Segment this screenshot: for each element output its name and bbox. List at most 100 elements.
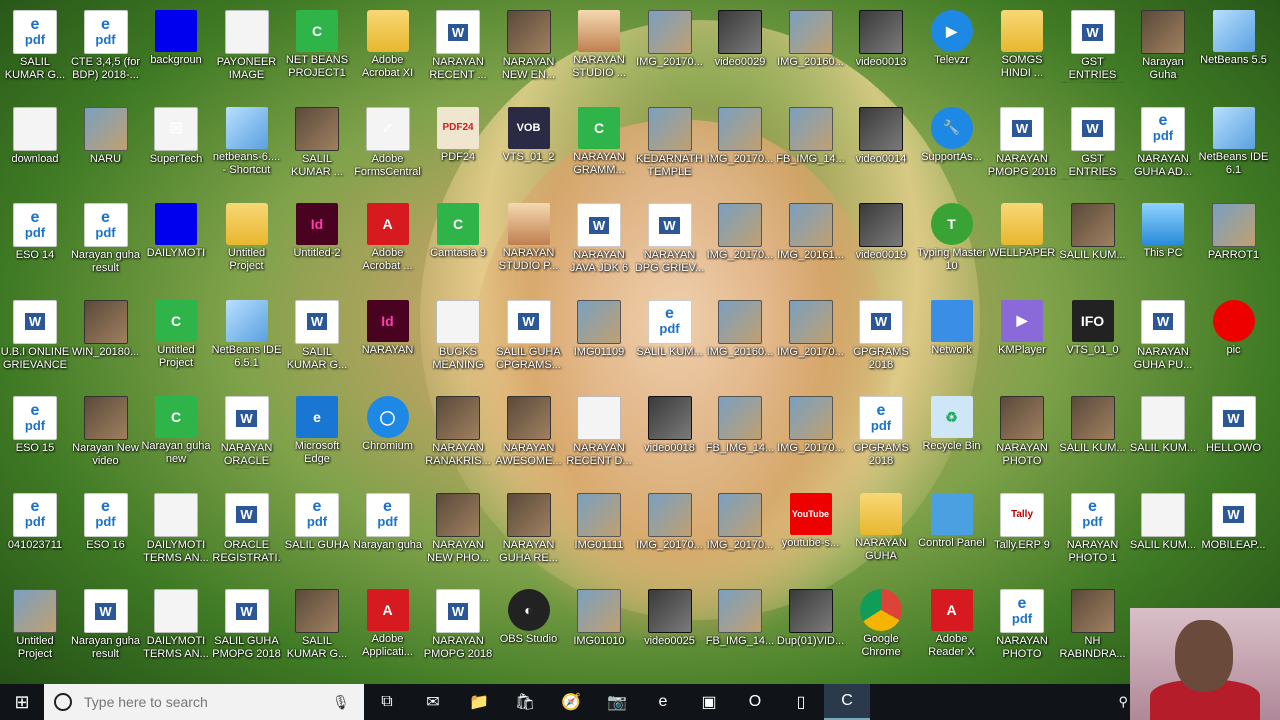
taskbar-camera-icon[interactable]: 📷 — [594, 684, 640, 720]
desktop-icon[interactable]: Tally Tally.ERP 9 — [987, 487, 1057, 583]
desktop-icon[interactable]: SOMGS HINDI ... — [987, 4, 1057, 100]
desktop-icon[interactable]: A Adobe Acrobat ... — [353, 197, 423, 293]
desktop-icon[interactable]: pdfNarayan guha — [353, 487, 423, 583]
desktop-icon[interactable]: W MOBILEAP... — [1199, 487, 1269, 583]
desktop-icon[interactable]: W GST ENTRIES TALLY.ERP9 1 — [1058, 101, 1128, 197]
desktop-icon[interactable]: SALIL KUM... — [1128, 487, 1198, 583]
microphone-icon[interactable]: 🎙 — [332, 694, 350, 711]
desktop-icon[interactable]: IMG_20170... — [705, 487, 775, 583]
taskbar-edge-icon[interactable]: e — [640, 684, 686, 720]
desktop-icon[interactable]: Narayan New video — [71, 390, 141, 486]
desktop-icon[interactable]: T Typing Master 10 — [917, 197, 987, 293]
desktop-icon[interactable]: NH RABINDRA... — [1058, 583, 1128, 679]
desktop-icon[interactable]: DAILYMOTI TERMS AN... — [141, 487, 211, 583]
desktop-icon[interactable]: FB_IMG_14... — [776, 101, 846, 197]
desktop-icon[interactable]: Id NARAYAN — [353, 294, 423, 390]
desktop-icon[interactable]: NARAYAN GUHA — [846, 487, 916, 583]
desktop-icon[interactable]: W GST ENTRIES TALLY.ERP9 — [1058, 4, 1128, 100]
desktop-icon[interactable]: W HELLOWO — [1199, 390, 1269, 486]
desktop-icon[interactable]: IMG_20170... — [776, 294, 846, 390]
desktop-icon[interactable]: pdfNARAYAN GUHA AD... — [1128, 101, 1198, 197]
desktop-icon[interactable]: IMG_20170... — [705, 197, 775, 293]
desktop-icon[interactable]: PDF24 PDF24 — [423, 101, 493, 197]
desktop-icon[interactable]: IMG01111 — [564, 487, 634, 583]
desktop-icon[interactable]: ♻ Recycle Bin — [917, 390, 987, 486]
desktop-icon[interactable]: pdf ESO 15 — [0, 390, 70, 486]
taskbar-task-view-icon[interactable]: ⧉ — [364, 684, 410, 720]
taskbar-document-icon[interactable]: ▯ — [778, 684, 824, 720]
desktop-icon[interactable]: C Untitled Project — [141, 294, 211, 390]
desktop-icon[interactable]: Narayan Guha — [1128, 4, 1198, 100]
desktop-icon[interactable]: ▶ KMPlayer — [987, 294, 1057, 390]
desktop-icon[interactable]: C NET BEANS PROJECT1 — [282, 4, 352, 100]
desktop-icon[interactable]: pic — [1199, 294, 1269, 390]
search-box[interactable]: 🎙 — [44, 684, 364, 720]
desktop-icon[interactable]: SALIL KUMAR ... — [282, 101, 352, 197]
tray-icon[interactable]: ⚲ — [1119, 694, 1129, 710]
desktop-icon[interactable]: ◐ OBS Studio — [494, 583, 564, 679]
desktop-icon[interactable]: pdf ESO 14 — [0, 197, 70, 293]
taskbar-mail-icon[interactable]: ✉ — [410, 684, 456, 720]
desktop-icon[interactable]: FB_IMG_14... — [705, 583, 775, 679]
desktop-icon[interactable]: Control Panel — [917, 487, 987, 583]
desktop-icon[interactable]: C Camtasia 9 — [423, 197, 493, 293]
desktop-icon[interactable]: W NARAYAN RECENT ... — [423, 4, 493, 100]
desktop-icon[interactable]: YouTube youtube-s... — [776, 487, 846, 583]
desktop-icon[interactable]: A Adobe Reader X — [917, 583, 987, 679]
desktop-icon[interactable]: W NARAYAN DPG GRIEV... — [635, 197, 705, 293]
start-button[interactable]: ⊞ — [0, 684, 44, 720]
desktop-icon[interactable]: pdf041023711 — [0, 487, 70, 583]
desktop-icon[interactable]: video0029 — [705, 4, 775, 100]
desktop-icon[interactable]: Dup(01)VID... — [776, 583, 846, 679]
desktop-icon[interactable]: W SALIL GUHA PMOPG 2018 — [212, 583, 282, 679]
desktop-icon[interactable]: ◯ Chromium — [353, 390, 423, 486]
desktop-icon[interactable]: 🔧 SupportAs... — [917, 101, 987, 197]
desktop-icon[interactable]: pdfNarayan guha result — [71, 197, 141, 293]
desktop-icon[interactable]: A Adobe Applicati... — [353, 583, 423, 679]
desktop-icon[interactable]: IMG_20170... — [705, 101, 775, 197]
desktop-icon[interactable]: PAYONEER IMAGE — [212, 4, 282, 100]
desktop-icon[interactable]: pdfCPGRAMS 2018 — [846, 390, 916, 486]
desktop-icon[interactable]: NARAYAN RECENT D... — [564, 390, 634, 486]
desktop-icon[interactable]: pdfCTE 3,4,5 (for BDP) 2018-... — [71, 4, 141, 100]
desktop-icon[interactable]: Id Untitled-2 — [282, 197, 352, 293]
desktop-icon[interactable]: W NARAYAN ORACLE RE... — [212, 390, 282, 486]
desktop-icon[interactable]: W SALIL KUMAR G... — [282, 294, 352, 390]
desktop-icon[interactable]: NetBeans 5.5 — [1199, 4, 1269, 100]
desktop-icon[interactable]: ▶ Televzr — [917, 4, 987, 100]
desktop-icon[interactable]: download — [0, 101, 70, 197]
desktop-icon[interactable]: Google Chrome — [846, 583, 916, 679]
desktop-icon[interactable]: Untitled Project — [212, 197, 282, 293]
desktop-icon[interactable]: NARAYAN STUDIO ... — [564, 4, 634, 100]
desktop-icon[interactable]: NARAYAN NEW EN... — [494, 4, 564, 100]
desktop-icon[interactable]: NARAYAN PHOTO — [987, 390, 1057, 486]
desktop-icon[interactable]: SALIL KUM... — [1058, 390, 1128, 486]
search-input[interactable] — [82, 693, 326, 711]
desktop-icon[interactable]: W ORACLE REGISTRATI... — [212, 487, 282, 583]
desktop-icon[interactable]: IMG_20170... — [635, 487, 705, 583]
desktop-icon[interactable]: pdfNARAYAN PHOTO — [987, 583, 1057, 679]
desktop-icon[interactable]: W U.B.I ONLINE GRIEVANCE — [0, 294, 70, 390]
taskbar-camtasia-icon[interactable]: C — [824, 684, 870, 720]
desktop-icon[interactable]: Network — [917, 294, 987, 390]
desktop-icon[interactable]: W Narayan guha result — [71, 583, 141, 679]
desktop-icon[interactable]: video0014 — [846, 101, 916, 197]
desktop-icon[interactable]: BUCKS MEANING — [423, 294, 493, 390]
desktop-icon[interactable]: C Narayan guha new — [141, 390, 211, 486]
desktop-icon[interactable]: IMG_20170... — [635, 4, 705, 100]
desktop-icon[interactable]: video0013 — [846, 4, 916, 100]
desktop-icon[interactable]: pdfSALIL KUMAR G... — [0, 4, 70, 100]
desktop-icon[interactable]: W CPGRAMS 2018 — [846, 294, 916, 390]
desktop-icon[interactable]: IFO VTS_01_0 — [1058, 294, 1128, 390]
desktop-icon[interactable]: NARAYAN NEW PHO... — [423, 487, 493, 583]
desktop-icon[interactable]: NARU — [71, 101, 141, 197]
desktop-icon[interactable]: IMG_20160... — [705, 294, 775, 390]
desktop-icon[interactable]: W NARAYAN PMOPG 2018 — [987, 101, 1057, 197]
desktop-icon[interactable]: W SALIL GUHA CPGRAMS... — [494, 294, 564, 390]
desktop-icon[interactable]: SALIL KUM... — [1058, 197, 1128, 293]
desktop-icon[interactable]: NARAYAN STUDIO P... — [494, 197, 564, 293]
desktop-icon[interactable]: pdfSALIL KUM... — [635, 294, 705, 390]
taskbar-store-icon[interactable]: 🛍 — [502, 684, 548, 720]
desktop-icon[interactable]: KEDARNATH TEMPLE — [635, 101, 705, 197]
taskbar-browser-icon[interactable]: 🧭 — [548, 684, 594, 720]
